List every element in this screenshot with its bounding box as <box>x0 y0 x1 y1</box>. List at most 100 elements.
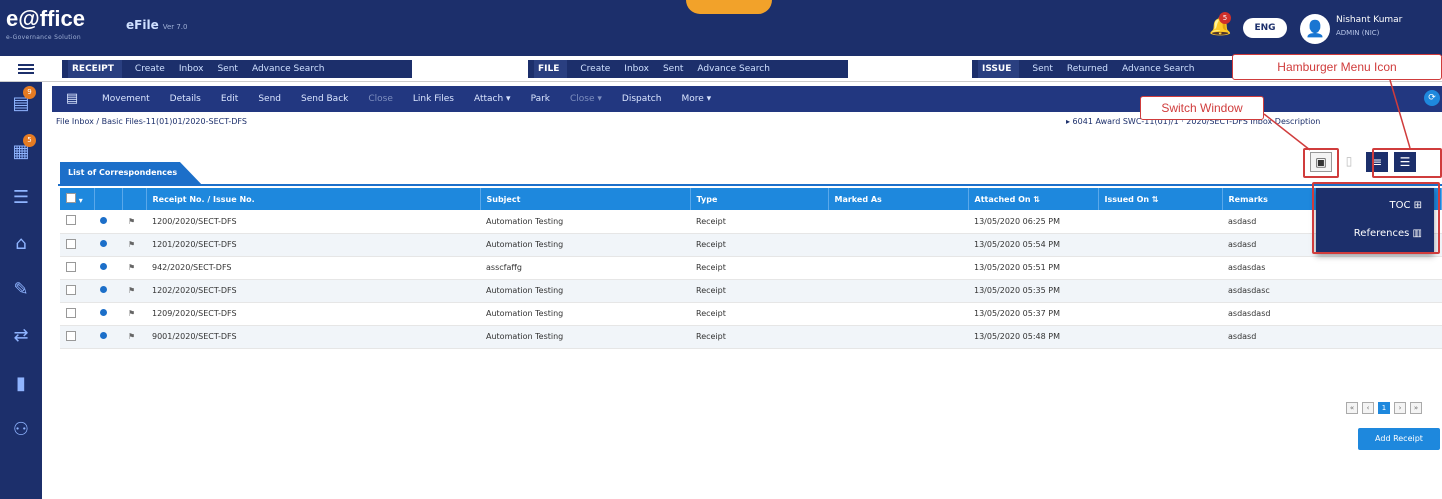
receipt-search-link[interactable]: Advance Search <box>245 64 332 74</box>
user-info[interactable]: Nishant Kumar ADMIN (NIC) <box>1336 14 1402 40</box>
hamburger-menu-icon[interactable] <box>18 62 34 76</box>
issue-nav: ISSUE Sent Returned Advance Search <box>972 60 1254 78</box>
receipt-nav-label[interactable]: RECEIPT <box>68 60 122 78</box>
prev-page-button[interactable]: ‹ <box>1362 402 1374 414</box>
flag-icon: ⚑ <box>128 286 136 295</box>
toolbar-movement[interactable]: Movement <box>92 86 160 112</box>
first-page-button[interactable]: « <box>1346 402 1358 414</box>
center-pull-tab[interactable] <box>686 0 772 14</box>
cell-type: Receipt <box>690 210 828 234</box>
issue-nav-label[interactable]: ISSUE <box>978 60 1020 78</box>
left-sidebar: ▤ 9 ▦ 5 ☰ ⌂ ✎ ⇄ ▮ ⚇ <box>0 82 42 499</box>
file-search-link[interactable]: Advance Search <box>690 64 777 74</box>
toolbar-park[interactable]: Park <box>521 86 560 112</box>
efile-badge: 5 <box>23 134 36 147</box>
cell-receipt-no: 9001/2020/SECT-DFS <box>146 325 480 349</box>
add-receipt-button[interactable]: Add Receipt <box>1358 428 1440 450</box>
toolbar-link-files[interactable]: Link Files <box>403 86 464 112</box>
user-avatar-icon[interactable]: 👤 <box>1300 14 1330 44</box>
toolbar-send[interactable]: Send <box>248 86 291 112</box>
row-checkbox[interactable] <box>66 284 76 295</box>
cell-control: ⚑ <box>122 279 146 303</box>
table-row[interactable]: ⚑ 1200/2020/SECT-DFS Automation Testing Rec… <box>60 210 1442 234</box>
stats-icon[interactable]: ▮ <box>9 372 33 396</box>
cell-control <box>60 302 94 326</box>
status-dot-icon <box>100 332 107 339</box>
status-dot-icon <box>100 263 107 270</box>
file-create-link[interactable]: Create <box>573 64 617 74</box>
cell-control: ⚑ <box>122 210 146 234</box>
row-checkbox[interactable] <box>66 238 76 249</box>
issue-sent-link[interactable]: Sent <box>1025 64 1059 74</box>
file-inbox-link[interactable]: Inbox <box>617 64 656 74</box>
notification-bell-icon[interactable]: 🔔 5 <box>1209 12 1231 38</box>
efile-app: e@ffice e-Governance Solution eFile Ver 7… <box>0 0 1442 499</box>
last-page-button[interactable]: » <box>1410 402 1422 414</box>
toolbar-dispatch[interactable]: Dispatch <box>612 86 672 112</box>
eoffice-logo[interactable]: e@ffice <box>6 6 85 32</box>
toolbar-attach[interactable]: Attach ▾ <box>464 86 521 112</box>
cell-subject: Automation Testing <box>480 210 690 234</box>
issue-returned-link[interactable]: Returned <box>1060 64 1115 74</box>
header-receipt-no[interactable]: Receipt No. / Issue No. <box>146 188 481 210</box>
cell-marked-as <box>828 210 968 234</box>
header-subject[interactable]: Subject <box>480 188 691 210</box>
table-row[interactable]: ⚑ 1201/2020/SECT-DFS Automation Testing Rec… <box>60 233 1442 257</box>
receipt-create-link[interactable]: Create <box>128 64 172 74</box>
toolbar-grid-icon[interactable]: ▤ <box>52 86 92 112</box>
receipt-sent-link[interactable]: Sent <box>210 64 244 74</box>
toolbar-details[interactable]: Details <box>160 86 211 112</box>
cell-marked-as <box>828 256 968 280</box>
row-checkbox[interactable] <box>66 261 76 272</box>
inbox-badge: 9 <box>23 86 36 99</box>
module-version: Ver 7.0 <box>162 23 188 31</box>
table-row[interactable]: ⚑ 942/2020/SECT-DFS asscfaffg Receipt 13/05/… <box>60 256 1442 280</box>
toolbar-more[interactable]: More ▾ <box>671 86 721 112</box>
home-icon[interactable]: ⌂ <box>9 232 33 256</box>
language-switcher[interactable]: ENG <box>1243 18 1287 38</box>
file-nav-label[interactable]: FILE <box>534 60 568 78</box>
header-issued-on[interactable]: Issued On ⇅ <box>1098 188 1223 210</box>
toolbar-close: Close <box>368 94 393 104</box>
row-checkbox[interactable] <box>66 330 76 341</box>
header-type[interactable]: Type <box>690 188 829 210</box>
page-1-button[interactable]: 1 <box>1378 402 1390 414</box>
header-marked-as[interactable]: Marked As <box>828 188 969 210</box>
toolbar-send-back[interactable]: Send Back <box>291 86 358 112</box>
cell-issued-on <box>1098 233 1222 257</box>
document-icon[interactable]: ✎ <box>9 278 33 302</box>
file-sent-link[interactable]: Sent <box>656 64 690 74</box>
next-page-button[interactable]: › <box>1394 402 1406 414</box>
select-all-header[interactable]: ▾ <box>60 188 95 210</box>
notification-badge: 5 <box>1219 12 1231 24</box>
header-attached-on[interactable]: Attached On ⇅ <box>968 188 1099 210</box>
users-icon[interactable]: ⚇ <box>9 418 33 442</box>
breadcrumb[interactable]: File Inbox / Basic Files-11(01)01/2020-S… <box>56 117 247 126</box>
inbox-icon[interactable]: ▤ 9 <box>9 86 36 116</box>
tab-list-of-correspondences[interactable]: List of Correspondences <box>60 162 202 184</box>
single-pane-icon[interactable]: ▯ <box>1338 152 1360 172</box>
share-icon[interactable]: ⇄ <box>9 324 33 348</box>
cell-control <box>94 233 122 257</box>
flag-icon: ⚑ <box>128 263 136 272</box>
table-row[interactable]: ⚑ 9001/2020/SECT-DFS Automation Testing Rec… <box>60 325 1442 349</box>
cell-attached-on: 13/05/2020 05:54 PM <box>968 233 1098 257</box>
cell-control: ⚑ <box>122 325 146 349</box>
switch-window-highlight <box>1303 148 1339 178</box>
table-row[interactable]: ⚑ 1202/2020/SECT-DFS Automation Testing Rec… <box>60 279 1442 303</box>
user-name: Nishant Kumar <box>1336 15 1403 25</box>
logo-tagline: e-Governance Solution <box>6 34 81 41</box>
list-icon[interactable]: ☰ <box>9 186 33 210</box>
table-row[interactable]: ⚑ 1209/2020/SECT-DFS Automation Testing Rec… <box>60 302 1442 326</box>
refresh-icon[interactable]: ⟳ <box>1424 90 1440 106</box>
cell-control <box>94 279 122 303</box>
cell-subject: Automation Testing <box>480 302 690 326</box>
receipt-inbox-link[interactable]: Inbox <box>172 64 211 74</box>
flag-icon: ⚑ <box>128 332 136 341</box>
efile-icon[interactable]: ▦ 5 <box>9 134 36 164</box>
toolbar-edit[interactable]: Edit <box>211 86 248 112</box>
row-checkbox[interactable] <box>66 215 76 226</box>
issue-search-link[interactable]: Advance Search <box>1115 64 1202 74</box>
row-checkbox[interactable] <box>66 307 76 318</box>
cell-type: Receipt <box>690 325 828 349</box>
